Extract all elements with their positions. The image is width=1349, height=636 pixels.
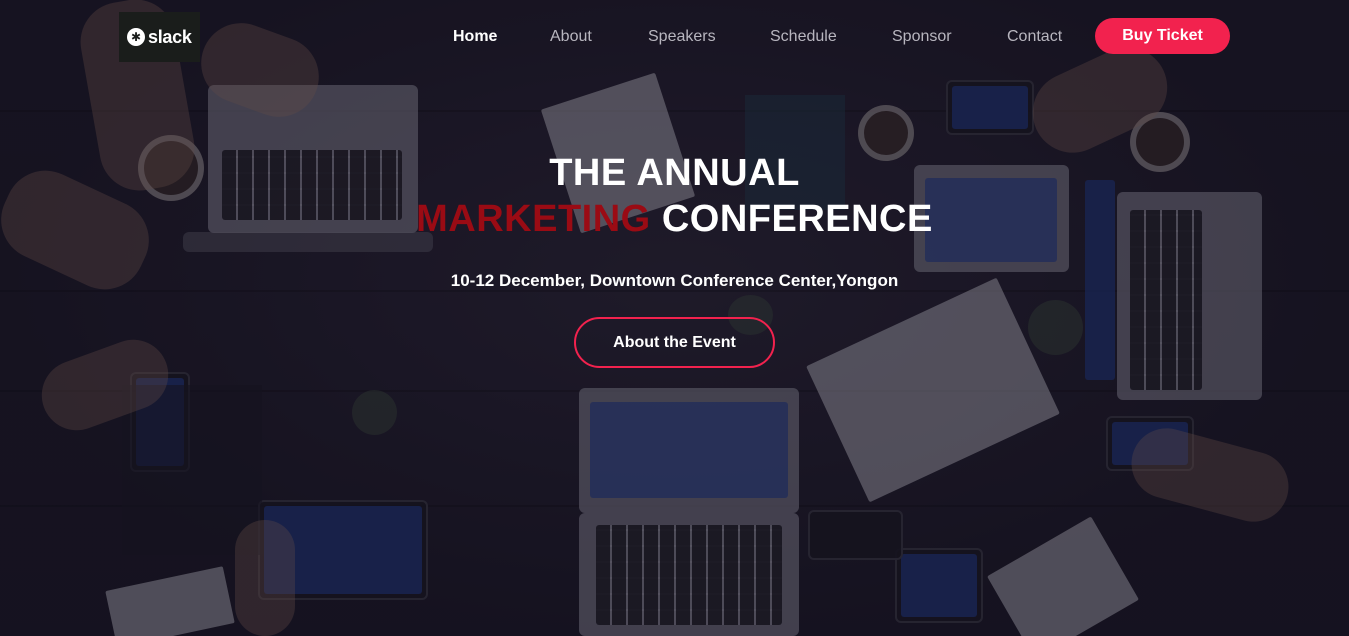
buy-ticket-button[interactable]: Buy Ticket [1095,18,1230,54]
nav-item-about[interactable]: About [550,28,592,46]
nav-item-schedule[interactable]: Schedule [770,28,837,46]
about-event-button[interactable]: About the Event [574,317,775,368]
nav-item-speakers[interactable]: Speakers [648,28,716,46]
hero-title-line1: THE ANNUAL [549,152,800,194]
hero-subtitle: 10-12 December, Downtown Conference Cent… [450,271,899,290]
nav-item-sponsor[interactable]: Sponsor [892,28,952,46]
hero-title-accent: MARKETING [416,198,651,240]
nav-item-home[interactable]: Home [453,28,497,46]
hero-title-rest: CONFERENCE [661,198,933,240]
hero-title-line2: MARKETING CONFERENCE [0,198,1349,241]
nav-item-contact[interactable]: Contact [1007,28,1062,46]
